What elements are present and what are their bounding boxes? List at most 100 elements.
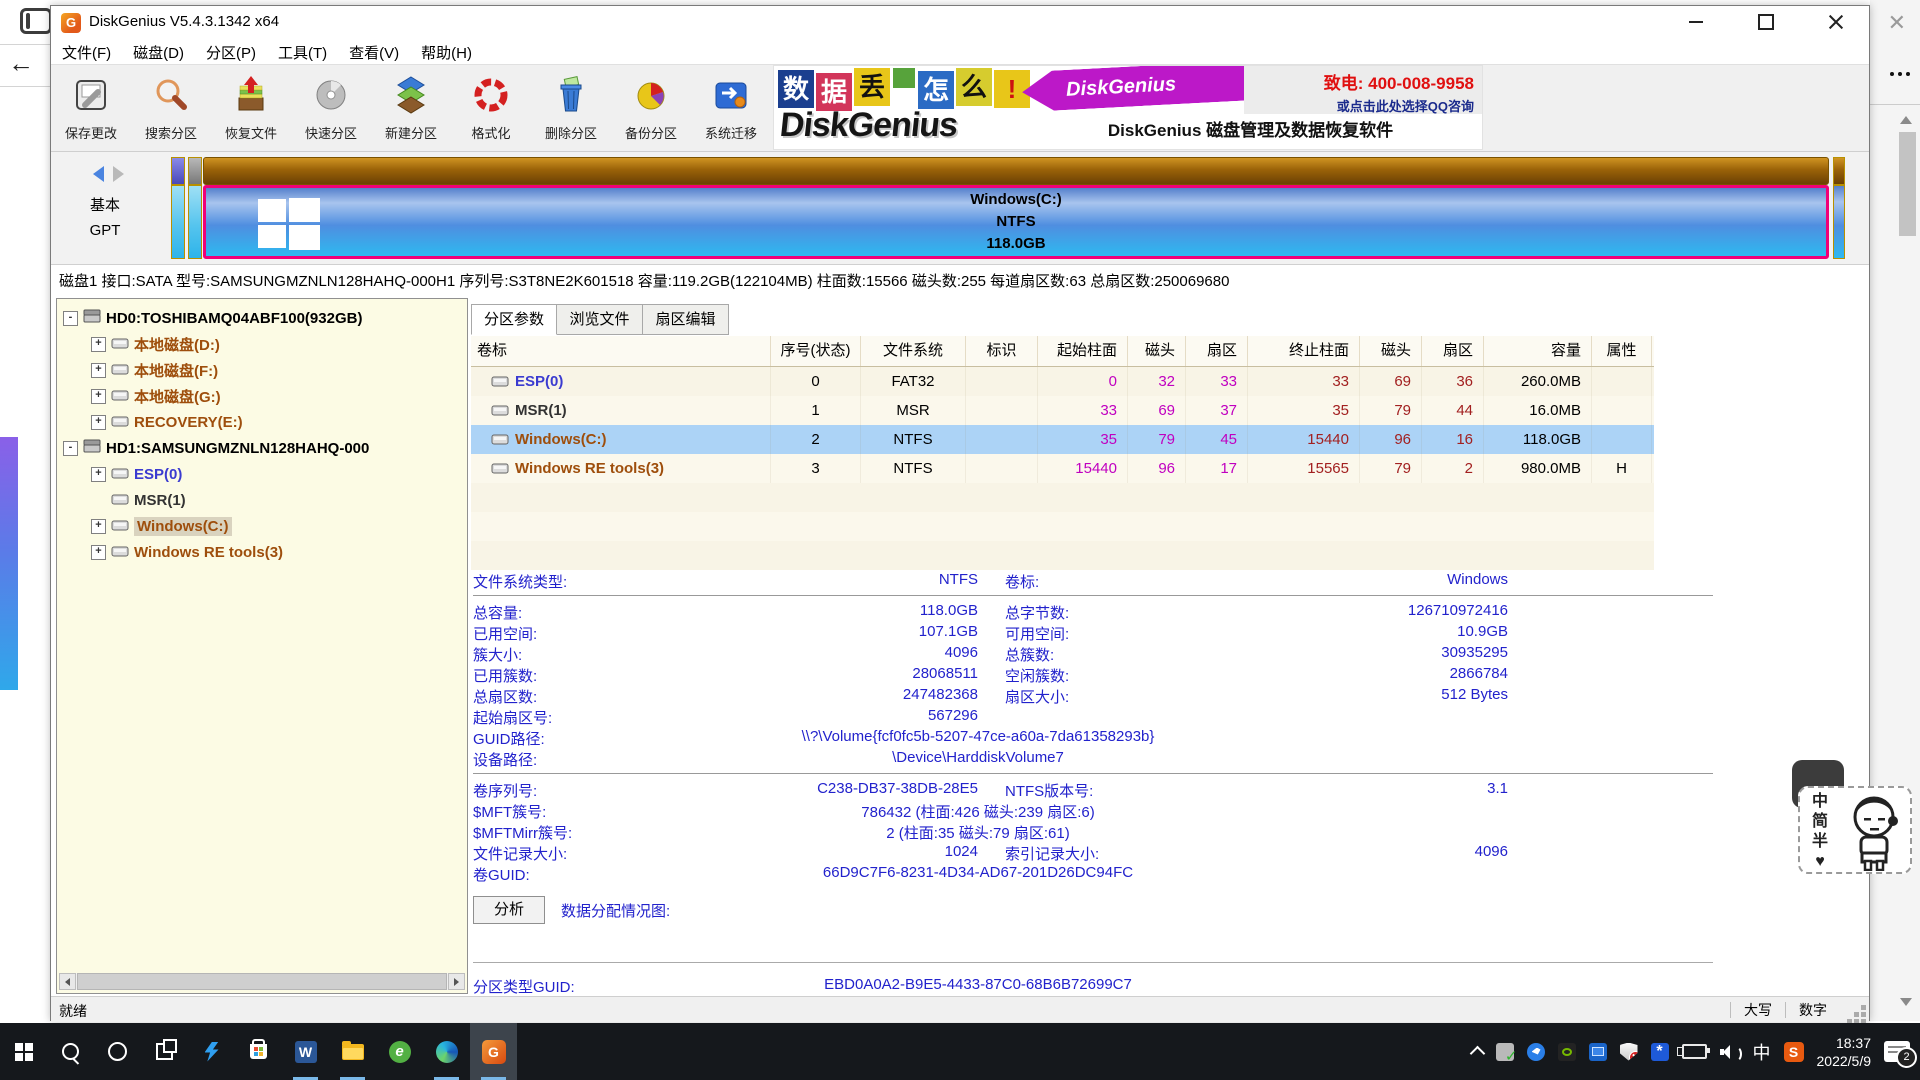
intel-graphics-icon[interactable]: [1589, 1043, 1607, 1061]
ime-indicator[interactable]: 中: [1753, 1039, 1771, 1065]
resize-grip[interactable]: [1854, 1012, 1859, 1017]
scroll-up-icon[interactable]: [1900, 116, 1912, 124]
close-button[interactable]: [1813, 6, 1859, 38]
file-explorer-button[interactable]: [329, 1023, 376, 1080]
tree-item-local-f[interactable]: + 本地磁盘(F:): [57, 357, 467, 383]
cortana-button[interactable]: [94, 1023, 141, 1080]
banner-contact[interactable]: 致电: 400-008-9958 或点击此处选择QQ咨询: [1244, 66, 1482, 114]
expand-icon[interactable]: +: [91, 467, 106, 482]
search-button[interactable]: [47, 1023, 94, 1080]
partition-icon: [111, 388, 129, 405]
delete-partition-button[interactable]: 删除分区: [531, 65, 611, 151]
nvidia-icon[interactable]: [1558, 1043, 1576, 1061]
next-disk-icon[interactable]: [113, 166, 124, 182]
table-row-windows-selected[interactable]: Windows(C:) 2NTFS 35 7945 1544096 16118.…: [471, 425, 1654, 454]
tree-item-local-d[interactable]: + 本地磁盘(D:): [57, 331, 467, 357]
edge-button[interactable]: [423, 1023, 470, 1080]
table-row-msr[interactable]: MSR(1) 1MSR 33 6937 3579 4416.0MB: [471, 396, 1654, 425]
menu-file[interactable]: 文件(F): [51, 42, 122, 63]
system-migration-button[interactable]: 系统迁移: [691, 65, 771, 151]
esp-partition-header[interactable]: [171, 157, 185, 185]
table-row-windows-re[interactable]: Windows RE tools(3) 3NTFS 15440 9617 155…: [471, 454, 1654, 483]
save-changes-button[interactable]: 保存更改: [51, 65, 131, 151]
sogou-input-icon[interactable]: S: [1784, 1042, 1804, 1062]
task-view-button[interactable]: [141, 1023, 188, 1080]
search-icon: [62, 1043, 79, 1060]
table-row-esp[interactable]: ESP(0) 0FAT32 0 3233 3369 36260.0MB: [471, 367, 1654, 396]
battery-icon[interactable]: [1682, 1044, 1707, 1059]
start-button[interactable]: [0, 1023, 47, 1080]
scrollbar-thumb[interactable]: [77, 973, 447, 990]
expand-icon[interactable]: +: [91, 519, 106, 534]
titlebar[interactable]: G DiskGenius V5.4.3.1342 x64: [51, 6, 1869, 40]
windows-c-partition-block[interactable]: Windows(C:) NTFS 118.0GB: [203, 185, 1829, 259]
menu-view[interactable]: 查看(V): [338, 42, 410, 63]
quick-partition-button[interactable]: 快速分区: [291, 65, 371, 151]
tree-item-windows-c[interactable]: + Windows(C:): [57, 513, 467, 539]
volume-icon[interactable]: [1720, 1044, 1740, 1060]
minimize-button[interactable]: [1673, 6, 1719, 38]
expand-icon[interactable]: +: [91, 415, 106, 430]
prev-disk-icon[interactable]: [93, 166, 104, 182]
store-button[interactable]: [235, 1023, 282, 1080]
background-close-icon[interactable]: ✕: [1888, 10, 1906, 36]
format-button[interactable]: 格式化: [451, 65, 531, 151]
scroll-down-icon[interactable]: [1900, 998, 1912, 1006]
analyze-row: 分析 数据分配情况图:: [473, 896, 670, 924]
security-shield-icon[interactable]: [1620, 1043, 1638, 1061]
collapse-icon[interactable]: -: [63, 441, 78, 456]
re-partition-block[interactable]: [1833, 185, 1845, 259]
recover-files-button[interactable]: 恢复文件: [211, 65, 291, 151]
banner-ad[interactable]: 数 据 丢 怎 么 ! DiskGenius 致电: 400-008-9958 …: [773, 65, 1483, 150]
menu-disk[interactable]: 磁盘(D): [122, 42, 195, 63]
diskgenius-taskbar-button[interactable]: G: [470, 1023, 517, 1080]
expand-icon[interactable]: +: [91, 337, 106, 352]
re-partition-header[interactable]: [1833, 157, 1845, 185]
maximize-button[interactable]: [1743, 6, 1789, 38]
tree-item-recovery-e[interactable]: + RECOVERY(E:): [57, 409, 467, 435]
quick-launch-button[interactable]: [188, 1023, 235, 1080]
tree-item-hd0[interactable]: - HD0:TOSHIBAMQ04ABF100(932GB): [57, 305, 467, 331]
backup-partition-button[interactable]: 备份分区: [611, 65, 691, 151]
expand-icon[interactable]: +: [91, 363, 106, 378]
tree-item-windows-re[interactable]: + Windows RE tools(3): [57, 539, 467, 565]
tree-item-local-g[interactable]: + 本地磁盘(G:): [57, 383, 467, 409]
analyze-button[interactable]: 分析: [473, 896, 545, 924]
tab-sector-edit[interactable]: 扇区编辑: [643, 304, 729, 335]
scroll-left-icon[interactable]: [59, 973, 76, 990]
tray-update-icon[interactable]: ✓: [1496, 1043, 1514, 1061]
expand-icon[interactable]: +: [91, 389, 106, 404]
menu-tools[interactable]: 工具(T): [267, 42, 338, 63]
tray-expand-icon[interactable]: [1469, 1046, 1485, 1062]
tray-app-icon[interactable]: [1527, 1043, 1545, 1061]
msr-partition-header[interactable]: [188, 157, 202, 185]
notification-button[interactable]: 2: [1884, 1041, 1910, 1062]
collapse-icon[interactable]: -: [63, 311, 78, 326]
scrollbar-thumb[interactable]: [1899, 132, 1916, 236]
scroll-right-icon[interactable]: [448, 973, 465, 990]
tab-browse-files[interactable]: 浏览文件: [557, 304, 643, 335]
word-button[interactable]: W: [282, 1023, 329, 1080]
esp-partition-block[interactable]: [171, 185, 185, 259]
back-arrow-icon[interactable]: ←: [8, 48, 34, 79]
disk-map: 基本 GPT Windows(C:) NTFS 118.0GB: [51, 152, 1869, 264]
msr-partition-block[interactable]: [188, 185, 202, 259]
banner-qq[interactable]: 或点击此处选择QQ咨询: [1244, 96, 1474, 115]
tree-horizontal-scrollbar[interactable]: [59, 973, 465, 990]
table-header[interactable]: 卷标序号(状态) 文件系统标识 起始柱面磁头 扇区终止柱面 磁头扇区 容量属性: [471, 336, 1654, 367]
tab-partition-params[interactable]: 分区参数: [471, 304, 557, 335]
ime-floating-panel[interactable]: 中 简 半 ♥: [1798, 786, 1912, 874]
ie-browser-button[interactable]: e: [376, 1023, 423, 1080]
taskbar-clock[interactable]: 18:37 2022/5/9: [1817, 1034, 1872, 1070]
background-tab-icon[interactable]: [20, 8, 52, 34]
tree-item-esp[interactable]: + ESP(0): [57, 461, 467, 487]
menu-partition[interactable]: 分区(P): [195, 42, 267, 63]
search-partition-button[interactable]: 搜索分区: [131, 65, 211, 151]
expand-icon[interactable]: +: [91, 545, 106, 560]
menu-help[interactable]: 帮助(H): [410, 42, 483, 63]
background-menu-icon[interactable]: [1890, 72, 1894, 76]
snowflake-tool-icon[interactable]: *: [1651, 1043, 1669, 1061]
tree-item-msr[interactable]: MSR(1): [57, 487, 467, 513]
tree-item-hd1[interactable]: - HD1:SAMSUNGMZNLN128HAHQ-000: [57, 435, 467, 461]
new-partition-button[interactable]: 新建分区: [371, 65, 451, 151]
